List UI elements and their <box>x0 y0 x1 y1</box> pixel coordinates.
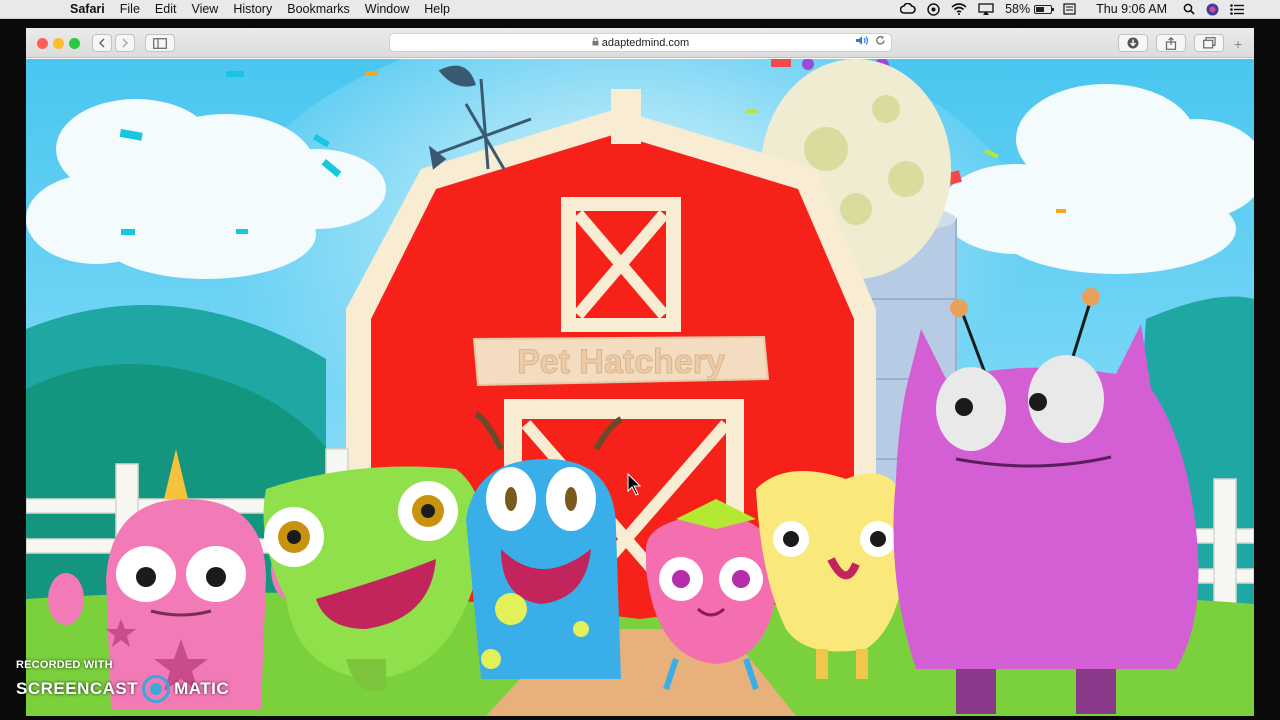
chevron-right-icon <box>122 38 129 48</box>
back-button[interactable] <box>92 34 112 52</box>
watermark-logo: SCREENCAST MATIC <box>16 675 229 703</box>
menu-clock[interactable]: Thu 9:06 AM <box>1096 2 1167 16</box>
forward-button[interactable] <box>115 34 135 52</box>
status-area: 58% Thu 9:06 AM <box>889 2 1244 16</box>
airplay-icon[interactable] <box>978 3 994 15</box>
battery-icon <box>1034 4 1055 14</box>
menu-window[interactable]: Window <box>365 2 409 16</box>
reload-icon[interactable] <box>875 35 886 49</box>
tabs-overview-icon <box>1202 37 1216 49</box>
pet-hatchery-illustration: Pet Hatchery <box>26 59 1254 716</box>
close-window-button[interactable] <box>37 38 48 49</box>
barn-sign: Pet Hatchery <box>517 343 725 381</box>
battery-status[interactable]: 58% <box>1005 2 1055 16</box>
address-bar[interactable]: adaptedmind.com <box>389 33 892 52</box>
chevron-left-icon <box>98 38 105 48</box>
zoom-window-button[interactable] <box>69 38 80 49</box>
menu-edit[interactable]: Edit <box>155 2 177 16</box>
keyboard-input-icon[interactable] <box>1063 3 1076 15</box>
watermark-word2: MATIC <box>174 679 230 698</box>
download-icon <box>1127 37 1139 49</box>
menu-bar: Safari File Edit View History Bookmarks … <box>0 0 1280 19</box>
menu-file[interactable]: File <box>120 2 140 16</box>
spotlight-search-icon[interactable] <box>1183 3 1195 15</box>
sync-icon[interactable] <box>927 2 940 16</box>
creative-cloud-icon[interactable] <box>900 3 916 15</box>
safari-window: adaptedmind.com + Pet Hatchery <box>26 28 1254 716</box>
audio-playing-icon[interactable] <box>855 35 869 49</box>
watermark-line1: RECORDED WITH <box>16 659 113 671</box>
browser-toolbar: adaptedmind.com + <box>26 28 1254 58</box>
game-scene[interactable]: Pet Hatchery <box>26 59 1254 716</box>
sidebar-toggle-button[interactable] <box>145 34 175 52</box>
battery-level-fill <box>1036 6 1045 12</box>
share-icon <box>1165 36 1177 50</box>
menu-view[interactable]: View <box>191 2 218 16</box>
screencast-watermark: RECORDED WITH SCREENCAST MATIC <box>16 659 229 703</box>
notification-center-icon[interactable] <box>1230 3 1244 15</box>
menu-history[interactable]: History <box>233 2 272 16</box>
show-tabs-button[interactable] <box>1194 34 1224 52</box>
menu-safari[interactable]: Safari <box>70 2 105 16</box>
lock-icon <box>592 37 599 48</box>
url-text: adaptedmind.com <box>601 36 690 49</box>
share-button[interactable] <box>1156 34 1186 52</box>
screencast-logo-icon <box>142 675 171 703</box>
new-tab-button[interactable]: + <box>1234 36 1242 52</box>
menu-help[interactable]: Help <box>424 2 450 16</box>
minimize-window-button[interactable] <box>53 38 64 49</box>
siri-icon[interactable] <box>1206 3 1219 16</box>
watermark-word1: SCREENCAST <box>16 679 139 698</box>
wifi-icon[interactable] <box>951 3 967 15</box>
menu-bookmarks[interactable]: Bookmarks <box>287 2 350 16</box>
downloads-button[interactable] <box>1118 34 1148 52</box>
battery-percent: 58% <box>1005 2 1031 16</box>
sidebar-icon <box>153 37 167 49</box>
